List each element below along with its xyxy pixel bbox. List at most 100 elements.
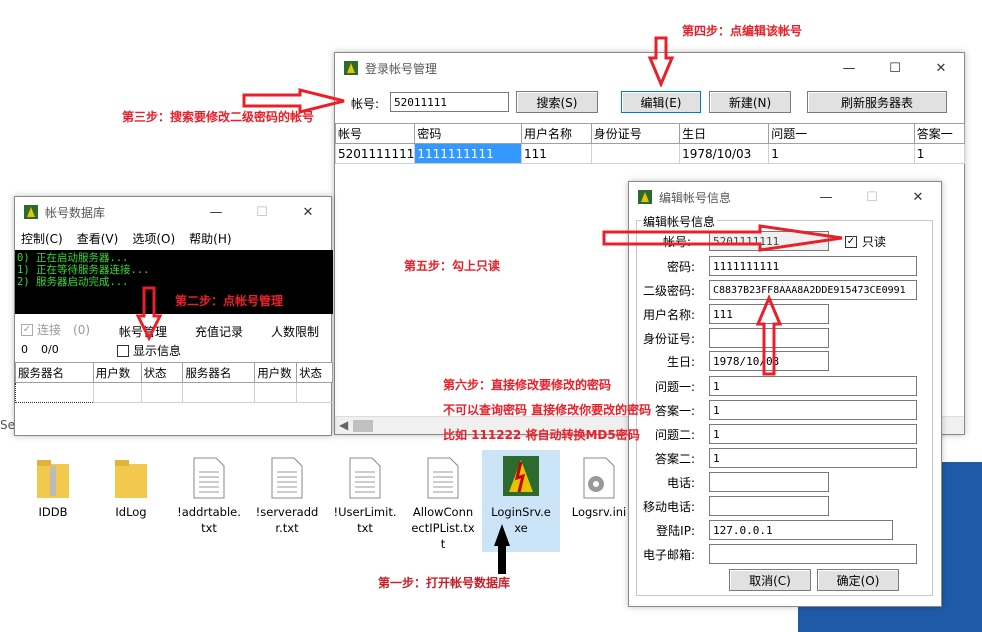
- question2-field[interactable]: 1: [709, 424, 917, 444]
- menu-help[interactable]: 帮助(H): [189, 230, 231, 247]
- col-server-name-2[interactable]: 服务器名: [182, 362, 256, 383]
- readonly-checkbox[interactable]: ✓: [845, 235, 857, 248]
- file-item[interactable]: AllowConnectIPList.txt: [404, 450, 482, 552]
- col-answer1[interactable]: 答案一: [913, 123, 966, 144]
- col-username[interactable]: 用户名称: [520, 123, 592, 144]
- empty-cell: [15, 382, 94, 403]
- folder-zip-icon: [31, 450, 75, 500]
- show-info-label: 显示信息: [133, 344, 182, 358]
- tab-account-management[interactable]: 帐号管理: [119, 323, 167, 340]
- console-log: 0) 正在启动服务器... 1) 正在等待服务器连接... 2) 服务器启动完成…: [15, 250, 333, 314]
- edit-button[interactable]: 编辑(E): [621, 91, 701, 113]
- folder-icon: [109, 450, 153, 500]
- console-line: 0) 正在启动服务器...: [17, 252, 129, 264]
- server-table: 服务器名 用户数 状态 服务器名 用户数 状态: [15, 362, 333, 403]
- annotation-step1: 第一步：打开帐号数据库: [378, 576, 511, 590]
- tab-user-limit[interactable]: 人数限制: [271, 323, 319, 340]
- col-idcard[interactable]: 身份证号: [590, 123, 681, 144]
- file-name: LoginSrv.exe: [491, 505, 551, 535]
- cell-birthday: 1978/10/03: [679, 143, 770, 164]
- phone-field[interactable]: [709, 472, 829, 492]
- minimize-icon[interactable]: —: [193, 197, 239, 227]
- close-icon[interactable]: ✕: [285, 197, 331, 227]
- annotation-step4: 第四步：点编辑该帐号: [682, 24, 803, 38]
- close-icon[interactable]: ✕: [918, 53, 964, 83]
- col-birthday[interactable]: 生日: [679, 123, 770, 144]
- cell-account: 5201111111: [334, 143, 416, 164]
- file-item[interactable]: Logsrv.ini: [560, 450, 638, 552]
- field-label: 生日:: [666, 355, 695, 369]
- refresh-server-button[interactable]: 刷新服务器表: [807, 91, 947, 113]
- console-line: 2) 服务器启动完成...: [17, 276, 129, 288]
- table-row[interactable]: [15, 382, 333, 403]
- scroll-thumb[interactable]: [353, 420, 373, 432]
- scroll-left-icon[interactable]: ◀: [339, 418, 348, 432]
- file-item[interactable]: IdLog: [92, 450, 170, 552]
- col-status-2[interactable]: 状态: [296, 362, 333, 383]
- col-user-count[interactable]: 用户数: [92, 362, 142, 383]
- file-item[interactable]: !UserLimit.txt: [326, 450, 404, 552]
- secondary-password-field[interactable]: C8837B23FF8AAA8A2DDE915473CE0991: [709, 280, 917, 300]
- password-field[interactable]: 1111111111: [709, 256, 917, 276]
- col-server-name[interactable]: 服务器名: [15, 362, 94, 383]
- field-label: 二级密码:: [642, 284, 695, 298]
- text-file-icon: [187, 450, 231, 500]
- field-label: 电话:: [666, 476, 695, 490]
- menu-options[interactable]: 选项(O): [132, 230, 175, 247]
- cancel-button[interactable]: 取消(C): [729, 569, 811, 591]
- question1-field[interactable]: 1: [709, 376, 917, 396]
- tab-recharge-records[interactable]: 充值记录: [195, 323, 243, 340]
- birthday-field[interactable]: 1978/10/03: [709, 351, 829, 371]
- file-name: IdLog: [115, 505, 147, 519]
- col-question1[interactable]: 问题一: [768, 123, 915, 144]
- username-field[interactable]: 111: [709, 304, 829, 324]
- connect-count: (0): [73, 322, 91, 337]
- menu-view[interactable]: 查看(V): [77, 230, 119, 247]
- field-label: 问题一:: [654, 380, 695, 394]
- col-account[interactable]: 帐号: [334, 123, 416, 144]
- connect-label: 连接: [37, 323, 62, 337]
- cell-answer1: 1: [913, 143, 966, 164]
- maximize-icon: ☐: [256, 204, 268, 220]
- account-search-input[interactable]: 52011111: [390, 92, 509, 112]
- search-button[interactable]: 搜索(S): [516, 91, 598, 113]
- file-item[interactable]: !serveraddr.txt: [248, 450, 326, 552]
- accounts-table-header: 帐号 密码 用户名称 身份证号 生日 问题一 答案一: [334, 123, 966, 144]
- new-button[interactable]: 新建(N): [709, 91, 791, 113]
- edit-account-window: 编辑帐号信息 — ☐ ✕ 编辑帐号信息 帐号: 5201111111 ✓ 只读 …: [628, 181, 942, 607]
- idcard-field[interactable]: [709, 328, 829, 348]
- menu-control[interactable]: 控制(C): [21, 230, 63, 247]
- answer1-field[interactable]: 1: [709, 400, 917, 420]
- col-status[interactable]: 状态: [140, 362, 184, 383]
- col-user-count-2[interactable]: 用户数: [254, 362, 298, 383]
- email-field[interactable]: [709, 544, 917, 564]
- col-password[interactable]: 密码: [414, 123, 522, 144]
- file-item-selected[interactable]: LoginSrv.exe: [482, 450, 560, 552]
- connect-checkbox-group: ✓ 连接 (0): [21, 321, 90, 338]
- counter-b: 0/0: [41, 343, 59, 356]
- file-name: !addrtable.txt: [177, 505, 241, 535]
- app-icon: [344, 61, 358, 75]
- app-icon: [499, 450, 543, 500]
- mobile-field[interactable]: [709, 496, 829, 516]
- annotation-step6-line2: 不可以查询密码 直接修改你要改的密码: [443, 403, 652, 417]
- field-label: 帐号:: [662, 235, 691, 249]
- annotation-step5: 第五步：勾上只读: [404, 259, 501, 273]
- show-info-group[interactable]: 显示信息: [117, 342, 181, 359]
- maximize-icon[interactable]: ☐: [872, 53, 918, 83]
- cell-username: 111: [520, 143, 592, 164]
- table-row[interactable]: 5201111111 1111111111 111 1978/10/03 1 1: [334, 143, 966, 164]
- close-icon[interactable]: ✕: [895, 182, 941, 212]
- show-info-checkbox[interactable]: [117, 344, 129, 357]
- file-item[interactable]: !addrtable.txt: [170, 450, 248, 552]
- minimize-icon[interactable]: —: [826, 53, 872, 83]
- account-field[interactable]: 5201111111: [709, 231, 829, 251]
- text-file-icon: [265, 450, 309, 500]
- file-item[interactable]: IDDB: [14, 450, 92, 552]
- field-label: 电子邮箱:: [642, 548, 695, 562]
- ok-button[interactable]: 确定(O): [817, 569, 899, 591]
- readonly-group[interactable]: ✓ 只读: [845, 233, 886, 250]
- login-ip-field[interactable]: 127.0.0.1: [709, 520, 893, 540]
- answer2-field[interactable]: 1: [709, 448, 917, 468]
- minimize-icon[interactable]: —: [803, 182, 849, 212]
